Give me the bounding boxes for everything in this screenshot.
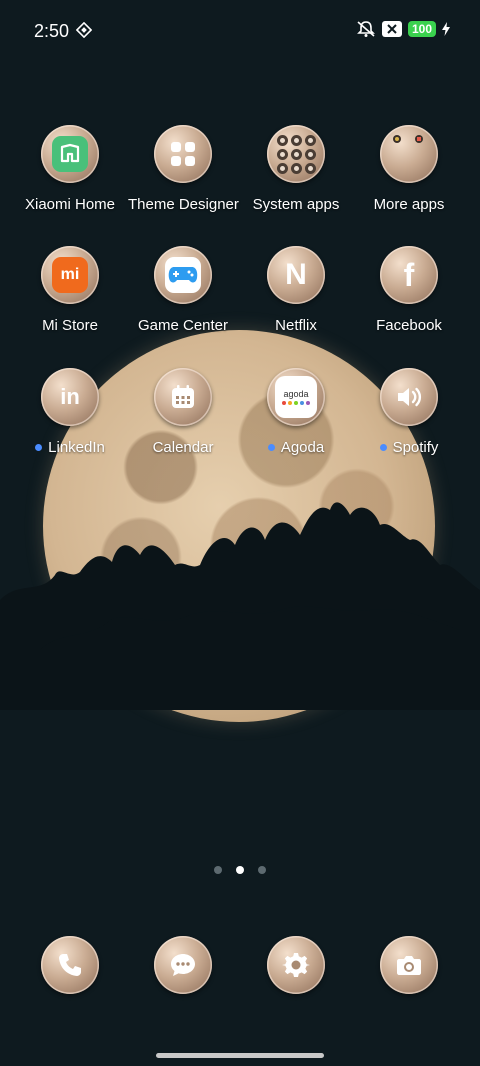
page-dot[interactable] <box>258 866 266 874</box>
more-apps-folder-icon <box>380 125 438 183</box>
close-notification-icon <box>381 21 402 37</box>
mi-logo: mi <box>52 257 88 293</box>
app-label: Netflix <box>275 317 317 334</box>
clock: 2:50 <box>34 21 70 41</box>
camera-icon <box>380 936 438 994</box>
new-install-dot <box>35 443 43 451</box>
dock-messages[interactable] <box>154 936 212 994</box>
app-label: Facebook <box>376 317 442 334</box>
silent-mode-icon <box>357 21 375 37</box>
settings-icon <box>267 936 325 994</box>
app-label: System apps <box>252 196 340 213</box>
phone-icon <box>41 936 99 994</box>
app-xiaomi-home[interactable]: Xiaomi Home <box>15 125 125 213</box>
dock-phone[interactable] <box>41 936 99 994</box>
new-install-dot <box>267 443 275 451</box>
app-label: Theme Designer <box>128 196 239 213</box>
status-bar: 2:50 100 <box>0 0 480 62</box>
agoda-icon: agoda <box>267 368 325 426</box>
app-mi-store[interactable]: mi Mi Store <box>15 246 125 334</box>
app-facebook[interactable]: f Facebook <box>354 246 464 334</box>
dock-settings[interactable] <box>267 936 325 994</box>
battery-level: 100 <box>407 21 436 37</box>
app-label: Spotify <box>354 439 464 456</box>
mi-store-icon: mi <box>41 246 99 304</box>
linkedin-icon: in <box>41 368 99 426</box>
app-spotify[interactable]: Spotify <box>354 368 464 456</box>
folder-system-apps[interactable]: System apps <box>241 125 351 213</box>
app-label: Xiaomi Home <box>24 196 116 213</box>
app-calendar[interactable]: Calendar <box>128 368 238 456</box>
gesture-navigation-bar[interactable] <box>156 1053 324 1058</box>
tree-silhouette <box>0 502 480 710</box>
app-label: Game Center <box>137 317 229 334</box>
netflix-icon: N <box>267 246 325 304</box>
page-indicator <box>0 866 480 874</box>
netflix-letter: N <box>285 258 307 291</box>
app-theme-designer[interactable]: Theme Designer <box>128 125 239 213</box>
messages-icon <box>154 936 212 994</box>
linkedin-letters: in <box>60 384 80 409</box>
charging-icon <box>442 22 450 36</box>
app-label: Agoda <box>241 439 351 456</box>
spotify-icon <box>380 368 438 426</box>
app-label: More apps <box>373 196 445 213</box>
folder-more-apps[interactable]: More apps <box>354 125 464 213</box>
agoda-wordmark: agoda <box>283 389 309 399</box>
facebook-icon: f <box>380 246 438 304</box>
system-apps-folder-icon <box>267 125 325 183</box>
app-label: LinkedIn <box>15 439 125 456</box>
facebook-letter: f <box>403 256 415 293</box>
new-install-dot <box>379 443 387 451</box>
location-diamond-icon <box>76 22 92 38</box>
calendar-icon <box>154 368 212 426</box>
dock-camera[interactable] <box>380 936 438 994</box>
page-dot-active[interactable] <box>236 866 244 874</box>
app-game-center[interactable]: Game Center <box>128 246 238 334</box>
theme-designer-icon <box>154 125 212 183</box>
game-center-icon <box>154 246 212 304</box>
app-label: Mi Store <box>42 317 98 334</box>
app-linkedin[interactable]: in LinkedIn <box>15 368 125 456</box>
app-agoda[interactable]: agoda Agoda <box>241 368 351 456</box>
xiaomi-home-icon <box>41 125 99 183</box>
page-dot[interactable] <box>214 866 222 874</box>
app-label: Calendar <box>152 439 214 456</box>
app-netflix[interactable]: N Netflix <box>241 246 351 334</box>
